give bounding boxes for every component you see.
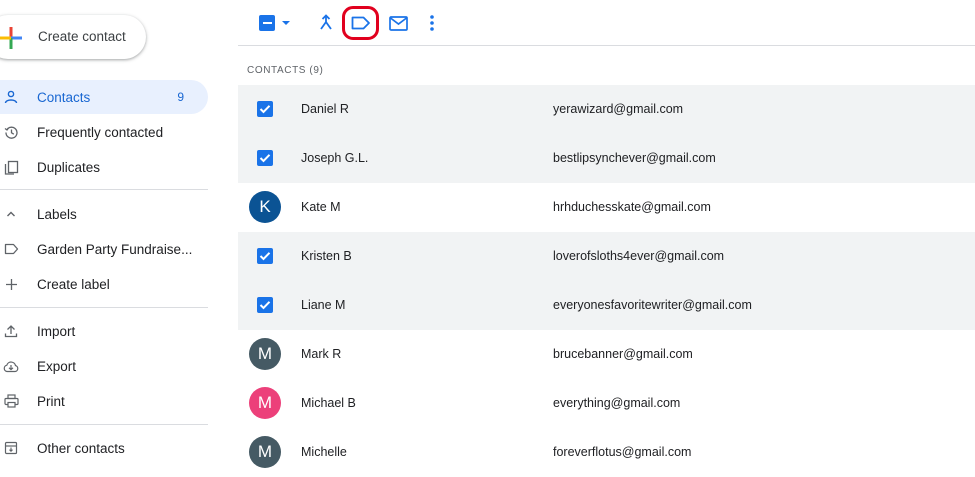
row-checkbox[interactable] (249, 240, 281, 272)
nav-label: Duplicates (37, 159, 101, 175)
label-icon (351, 16, 370, 30)
nav-item-print[interactable]: Print (0, 384, 208, 418)
checkbox-checked-icon (257, 297, 273, 313)
nav-item-import[interactable]: Import (0, 314, 208, 348)
table-row[interactable]: M Michelle foreverflotus@gmail.com (238, 428, 975, 477)
more-vert-icon (430, 15, 434, 31)
contact-name: Joseph G.L. (301, 151, 369, 165)
avatar: M (249, 387, 281, 419)
contact-name: Kate M (301, 200, 341, 214)
duplicates-icon (2, 158, 20, 176)
contact-email: everything@gmail.com (553, 396, 681, 410)
contacts-count: 9 (177, 90, 184, 104)
more-actions-button[interactable] (427, 11, 437, 35)
avatar: K (249, 191, 281, 223)
contact-email: bestlipsynchever@gmail.com (553, 151, 716, 165)
contact-name: Michelle (301, 445, 347, 459)
merge-button[interactable] (316, 11, 336, 35)
indeterminate-checkbox-icon (259, 15, 275, 31)
nav-label: Garden Party Fundraise... (37, 241, 193, 257)
nav-item-garden-party-label[interactable]: Garden Party Fundraise... (0, 232, 208, 266)
table-row[interactable]: Joseph G.L. bestlipsynchever@gmail.com (238, 134, 975, 183)
checkbox-checked-icon (257, 150, 273, 166)
table-row[interactable]: Liane M everyonesfavoritewriter@gmail.co… (238, 281, 975, 330)
nav-item-duplicates[interactable]: Duplicates (0, 150, 208, 184)
nav-item-create-label[interactable]: Create label (0, 267, 208, 301)
divider (0, 424, 208, 425)
contacts-list: Daniel R yerawizard@gmail.com Joseph G.L… (238, 85, 975, 477)
selection-toolbar (238, 0, 975, 46)
nav-item-frequently-contacted[interactable]: Frequently contacted (0, 115, 208, 149)
contact-email: foreverflotus@gmail.com (553, 445, 692, 459)
contact-name: Michael B (301, 396, 356, 410)
chevron-up-icon (2, 205, 20, 223)
contact-name: Liane M (301, 298, 346, 312)
nav-label: Print (37, 393, 65, 409)
merge-icon (320, 14, 332, 30)
person-icon (2, 88, 20, 106)
nav-item-contacts[interactable]: Contacts 9 (0, 80, 208, 114)
row-avatar[interactable]: K (249, 191, 281, 223)
nav-item-export[interactable]: Export (0, 349, 208, 383)
row-avatar[interactable]: M (249, 436, 281, 468)
nav-label: Create label (37, 276, 110, 292)
nav-label: Labels (37, 206, 77, 222)
row-checkbox[interactable] (249, 289, 281, 321)
avatar: M (249, 338, 281, 370)
table-row[interactable]: Kristen B loverofsloths4ever@gmail.com (238, 232, 975, 281)
table-row[interactable]: M Mark R brucebanner@gmail.com (238, 330, 975, 379)
mail-icon (388, 15, 408, 31)
nav-item-other-contacts[interactable]: Other contacts (0, 431, 208, 465)
send-email-button[interactable] (387, 11, 409, 35)
divider (0, 307, 208, 308)
contact-email: hrhduchesskate@gmail.com (553, 200, 711, 214)
plus-multicolor-icon (0, 27, 22, 49)
sidebar: Create contact Contacts 9 Frequently con… (0, 0, 215, 477)
upload-icon (2, 322, 20, 340)
plus-icon (2, 275, 20, 293)
avatar: M (249, 436, 281, 468)
table-row[interactable]: K Kate M hrhduchesskate@gmail.com (238, 183, 975, 232)
contact-email: brucebanner@gmail.com (553, 347, 693, 361)
contact-email: yerawizard@gmail.com (553, 102, 684, 116)
archive-icon (2, 439, 20, 457)
contact-email: loverofsloths4ever@gmail.com (553, 249, 725, 263)
contact-name: Kristen B (301, 249, 352, 263)
row-checkbox[interactable] (249, 142, 281, 174)
row-avatar[interactable]: M (249, 338, 281, 370)
contact-email: everyonesfavoritewriter@gmail.com (553, 298, 752, 312)
nav-label: Contacts (37, 89, 91, 105)
cloud-download-icon (2, 357, 20, 375)
list-heading: CONTACTS (9) (247, 65, 324, 76)
print-icon (2, 392, 20, 410)
label-icon (2, 240, 20, 258)
create-contact-label: Create contact (38, 29, 126, 44)
create-contact-button[interactable]: Create contact (0, 15, 146, 59)
nav-item-labels[interactable]: Labels (0, 197, 208, 231)
contact-name: Daniel R (301, 102, 349, 116)
nav-label: Other contacts (37, 440, 125, 456)
checkbox-checked-icon (257, 101, 273, 117)
history-icon (2, 123, 20, 141)
caret-down-icon (282, 21, 290, 25)
nav-label: Frequently contacted (37, 124, 164, 140)
table-row[interactable]: M Michael B everything@gmail.com (238, 379, 975, 428)
manage-labels-button[interactable] (349, 11, 373, 35)
nav-label: Import (37, 323, 76, 339)
table-row[interactable]: Daniel R yerawizard@gmail.com (238, 85, 975, 134)
row-checkbox[interactable] (249, 93, 281, 125)
select-all-checkbox[interactable] (258, 11, 276, 35)
row-avatar[interactable]: M (249, 387, 281, 419)
divider (0, 189, 208, 190)
select-dropdown-button[interactable] (280, 11, 292, 35)
nav-label: Export (37, 358, 77, 374)
checkbox-checked-icon (257, 248, 273, 264)
contact-name: Mark R (301, 347, 342, 361)
